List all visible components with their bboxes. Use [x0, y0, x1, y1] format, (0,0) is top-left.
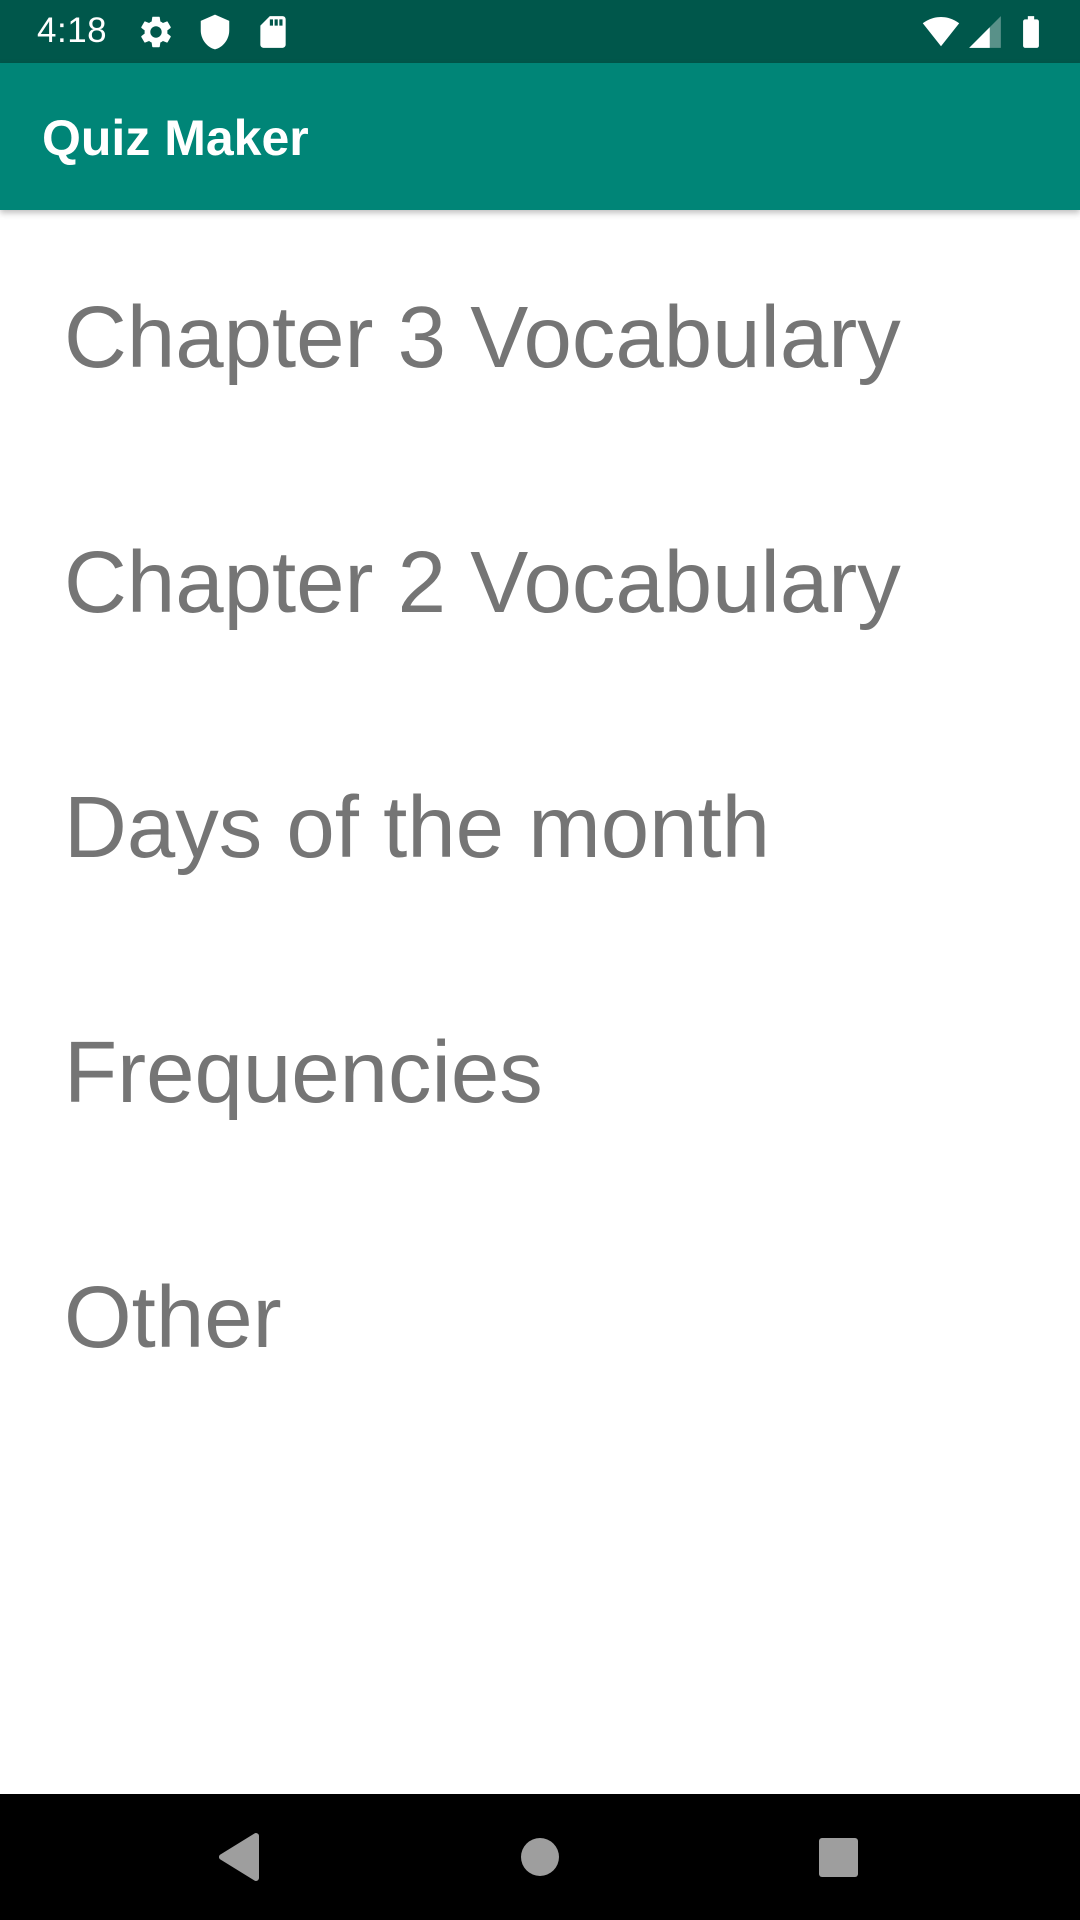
list-item[interactable]: Other [0, 1190, 1080, 1435]
shield-icon [200, 14, 230, 50]
app-title: Quiz Maker [42, 110, 309, 166]
status-time: 4:18 [37, 11, 108, 50]
list-item[interactable]: Frequencies [0, 945, 1080, 1190]
wifi-icon [922, 16, 960, 47]
home-icon[interactable] [477, 1794, 603, 1920]
quiz-list: Chapter 3 Vocabulary Chapter 2 Vocabular… [0, 210, 1080, 1435]
status-bar: 4:18 [0, 0, 1080, 63]
app-bar: Quiz Maker [0, 63, 1080, 210]
cell-signal-icon [969, 16, 1001, 48]
navigation-bar [0, 1794, 1080, 1920]
battery-icon [1023, 16, 1039, 48]
list-item-label: Other [64, 1269, 282, 1366]
gear-icon [141, 16, 171, 48]
list-item-label: Frequencies [64, 1024, 543, 1121]
list-item-label: Chapter 2 Vocabulary [64, 534, 901, 631]
list-item[interactable]: Chapter 2 Vocabulary [0, 455, 1080, 700]
list-item[interactable]: Chapter 3 Vocabulary [0, 210, 1080, 455]
recents-icon[interactable] [775, 1794, 901, 1920]
list-item-label: Chapter 3 Vocabulary [64, 289, 901, 386]
list-item[interactable]: Days of the month [0, 700, 1080, 945]
sd-card-icon [260, 16, 286, 48]
list-item-label: Days of the month [64, 779, 771, 876]
back-icon[interactable] [176, 1794, 302, 1920]
